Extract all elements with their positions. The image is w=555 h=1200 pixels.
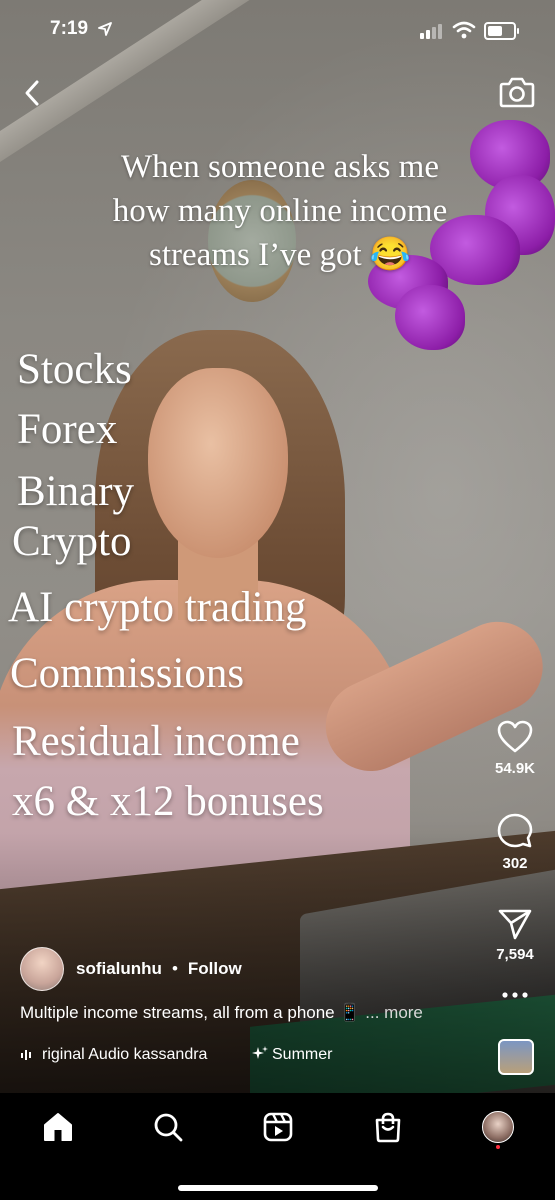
- description-text: Multiple income streams, all from a phon…: [20, 1003, 361, 1022]
- tab-profile[interactable]: [478, 1107, 518, 1149]
- home-icon: [44, 1113, 72, 1141]
- like-count: 54.9K: [494, 760, 536, 777]
- author-avatar[interactable]: [20, 947, 64, 991]
- income-list-item: Commissions: [10, 650, 245, 697]
- audio-row: riginal Audio kassandra Summer: [20, 1045, 332, 1064]
- tab-reels[interactable]: [258, 1107, 298, 1147]
- back-chevron-icon[interactable]: [18, 76, 48, 110]
- income-list-item: Forex: [17, 406, 118, 453]
- heart-icon: [497, 720, 533, 753]
- income-list-item: Stocks: [17, 346, 132, 393]
- follow-button[interactable]: Follow: [188, 959, 242, 979]
- income-list-item: Crypto: [12, 518, 132, 565]
- paper-plane-icon: [498, 909, 532, 940]
- bottom-tab-bar: [0, 1093, 555, 1200]
- sparkle-icon: [252, 1046, 268, 1059]
- location-arrow-icon: [98, 22, 112, 36]
- effect-tag[interactable]: Summer: [252, 1045, 332, 1064]
- tab-shop[interactable]: [368, 1107, 408, 1147]
- overlay-caption: When someone asks me how many online inc…: [70, 145, 490, 277]
- author-username[interactable]: sofialunhu: [76, 959, 162, 979]
- income-list-item: Residual income: [12, 718, 300, 765]
- tab-home[interactable]: [38, 1107, 78, 1147]
- camera-icon[interactable]: [498, 74, 536, 110]
- comment-button[interactable]: 302: [485, 813, 545, 872]
- status-time: 7:19: [50, 18, 89, 39]
- caption-line: When someone asks me: [121, 149, 439, 185]
- more-link[interactable]: ... more: [365, 1003, 423, 1022]
- caption-line: streams I’ve got 😂: [149, 237, 411, 273]
- income-list-item: Binary: [17, 468, 135, 515]
- cellular-signal-icon: [420, 24, 442, 39]
- income-list-item: AI crypto trading: [8, 584, 307, 631]
- wifi-icon: [452, 21, 476, 39]
- more-options-button[interactable]: [485, 990, 545, 1000]
- share-button[interactable]: 7,594: [485, 908, 545, 963]
- separator-dot: •: [171, 959, 178, 978]
- profile-avatar: [482, 1111, 514, 1143]
- home-indicator[interactable]: [178, 1185, 378, 1191]
- tab-search[interactable]: [148, 1107, 188, 1147]
- like-button[interactable]: 54.9K: [485, 720, 545, 777]
- reels-icon: [263, 1112, 293, 1142]
- search-icon: [154, 1113, 183, 1142]
- audio-bars-icon: [21, 1049, 31, 1060]
- orchid-flower: [395, 285, 465, 350]
- more-dots-icon: [502, 992, 528, 998]
- audio-track[interactable]: riginal Audio kassandra: [42, 1046, 232, 1064]
- battery-icon: [484, 22, 519, 40]
- status-bar: 7:19: [0, 0, 555, 60]
- comment-icon: [497, 813, 533, 848]
- caption-line: how many online income: [112, 193, 448, 229]
- share-count: 7,594: [496, 946, 534, 963]
- effect-name: Summer: [272, 1046, 333, 1063]
- notification-dot: [496, 1145, 500, 1149]
- shopping-bag-icon: [375, 1112, 401, 1143]
- author-row: sofialunhu • Follow: [20, 947, 242, 991]
- person-face: [148, 368, 288, 558]
- post-description[interactable]: Multiple income streams, all from a phon…: [20, 1003, 423, 1023]
- comment-count: 302: [502, 855, 528, 872]
- audio-thumbnail[interactable]: [498, 1039, 534, 1075]
- income-list-item: x6 & x12 bonuses: [12, 778, 324, 825]
